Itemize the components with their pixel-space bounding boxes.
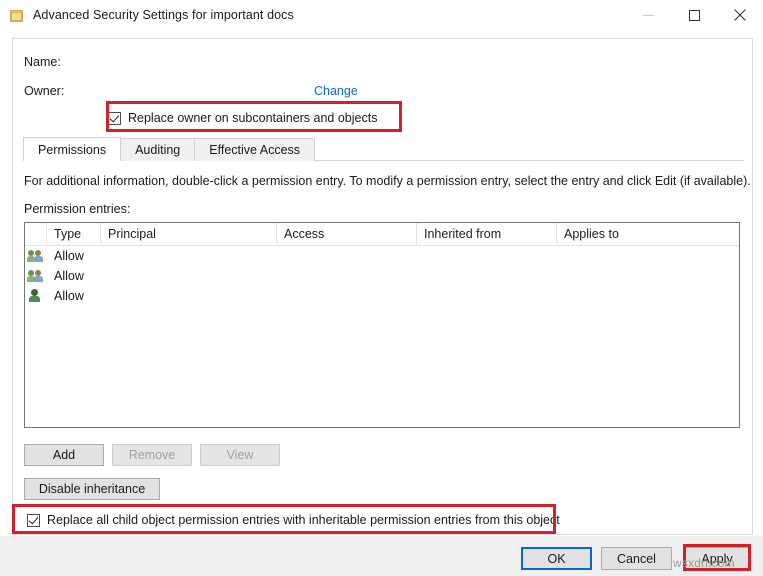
row-inherited-from xyxy=(417,286,557,306)
list-header-row: Type Principal Access Inherited from App… xyxy=(25,223,739,246)
table-row[interactable]: Allow xyxy=(25,246,739,266)
window-title: Advanced Security Settings for important… xyxy=(33,8,294,22)
row-applies-to xyxy=(557,286,739,306)
title-bar: Advanced Security Settings for important… xyxy=(0,0,763,30)
replace-owner-checkbox-label: Replace owner on subcontainers and objec… xyxy=(128,111,378,125)
maximize-icon xyxy=(688,9,700,21)
column-header-access[interactable]: Access xyxy=(277,223,417,245)
apply-button[interactable]: Apply xyxy=(685,547,749,570)
replace-owner-checkbox-box[interactable] xyxy=(108,111,121,125)
settings-panel: Name: Owner: Change Replace owner on sub… xyxy=(12,38,753,535)
row-inherited-from xyxy=(417,266,557,286)
row-type: Allow xyxy=(54,249,84,263)
column-header-applies-to[interactable]: Applies to xyxy=(557,223,739,245)
row-type: Allow xyxy=(54,269,84,283)
owner-label: Owner: xyxy=(24,84,65,98)
name-label: Name: xyxy=(24,55,61,69)
tab-effective-access-label: Effective Access xyxy=(209,143,301,157)
tab-strip: Permissions Auditing Effective Access xyxy=(23,137,744,162)
replace-owner-checkbox[interactable]: Replace owner on subcontainers and objec… xyxy=(108,109,377,127)
view-button: View xyxy=(200,444,280,466)
ok-button[interactable]: OK xyxy=(521,547,592,570)
row-access xyxy=(277,286,417,306)
row-applies-to xyxy=(557,246,739,266)
change-owner-link[interactable]: Change xyxy=(314,84,358,98)
add-button[interactable]: Add xyxy=(24,444,104,466)
window-controls xyxy=(625,0,763,30)
minimize-button[interactable] xyxy=(625,0,671,30)
replace-child-permissions-checkbox-box[interactable] xyxy=(27,513,40,527)
row-principal xyxy=(101,246,277,266)
row-principal xyxy=(101,286,277,306)
user-icon xyxy=(28,289,44,303)
tab-auditing[interactable]: Auditing xyxy=(120,138,196,161)
replace-child-permissions-checkbox-label: Replace all child object permission entr… xyxy=(47,513,560,527)
group-icon xyxy=(27,249,44,263)
permission-entries-list[interactable]: Type Principal Access Inherited from App… xyxy=(24,222,740,428)
cancel-button[interactable]: Cancel xyxy=(601,547,672,570)
close-button[interactable] xyxy=(717,0,763,30)
close-icon xyxy=(734,9,746,21)
column-header-principal[interactable]: Principal xyxy=(101,223,277,245)
row-applies-to xyxy=(557,266,739,286)
row-icon-cell xyxy=(25,246,47,266)
group-icon xyxy=(27,269,44,283)
row-inherited-from xyxy=(417,246,557,266)
column-header-inherited-from[interactable]: Inherited from xyxy=(417,223,557,245)
tab-permissions-label: Permissions xyxy=(38,142,107,157)
folder-icon xyxy=(8,7,24,23)
table-row[interactable]: Allow xyxy=(25,266,739,286)
permission-entries-label: Permission entries: xyxy=(24,202,131,216)
row-access xyxy=(277,266,417,286)
disable-inheritance-button[interactable]: Disable inheritance xyxy=(24,478,160,500)
info-text: For additional information, double-click… xyxy=(24,174,751,188)
row-icon-cell xyxy=(25,266,47,286)
remove-button: Remove xyxy=(112,444,192,466)
tab-permissions[interactable]: Permissions xyxy=(23,137,122,162)
tab-effective-access[interactable]: Effective Access xyxy=(194,138,316,161)
column-header-icon[interactable] xyxy=(25,223,47,245)
replace-child-permissions-checkbox[interactable]: Replace all child object permission entr… xyxy=(27,511,560,529)
maximize-button[interactable] xyxy=(671,0,717,30)
tab-auditing-label: Auditing xyxy=(135,143,181,157)
row-principal xyxy=(101,266,277,286)
row-access xyxy=(277,246,417,266)
table-row[interactable]: Allow xyxy=(25,286,739,306)
minimize-icon xyxy=(642,14,654,16)
column-header-type[interactable]: Type xyxy=(47,223,101,245)
row-icon-cell xyxy=(25,286,47,306)
row-type: Allow xyxy=(54,289,84,303)
